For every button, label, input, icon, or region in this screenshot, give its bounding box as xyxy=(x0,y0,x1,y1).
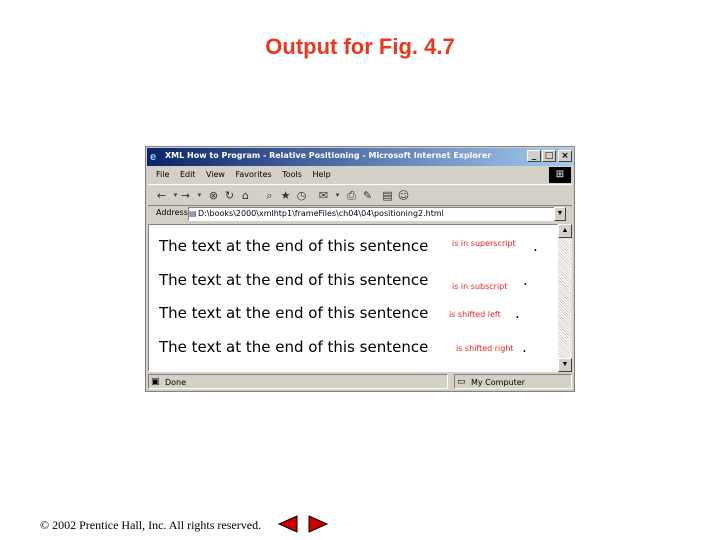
address-dropdown-button[interactable]: ▼ xyxy=(554,207,566,221)
discuss-icon[interactable]: ▤ xyxy=(380,188,395,203)
title-bar: e XML How to Program - Relative Position… xyxy=(147,148,573,166)
toolbar: ← ▾ → ▾ ⊗ ↻ ⌂ ⌕ ★ ◷ ✉ ▾ ⎙ ✎ ▤ ☺ xyxy=(148,184,572,206)
window-title: XML How to Program - Relative Positionin… xyxy=(165,151,492,160)
address-input[interactable]: ▤D:\books\2000\xmlhtp1\frameFiles\ch04\0… xyxy=(188,207,556,221)
stop-icon[interactable]: ⊗ xyxy=(206,188,221,203)
previous-slide-icon[interactable] xyxy=(276,514,300,534)
status-zone-text: My Computer xyxy=(471,378,525,387)
menu-help[interactable]: Help xyxy=(312,167,330,183)
text-line-shifted-left: The text at the end of this sentence xyxy=(159,304,429,322)
status-left-pane: ▣ Done xyxy=(148,374,448,389)
slide-title: Output for Fig. 4.7 xyxy=(265,34,455,59)
shifted-right-text: is shifted right xyxy=(456,344,514,353)
shifted-left-text: is shifted left xyxy=(449,310,501,319)
forward-arrow-icon[interactable]: → xyxy=(178,188,193,203)
menu-edit[interactable]: Edit xyxy=(180,167,196,183)
scroll-up-icon[interactable]: ▲ xyxy=(558,224,572,238)
messenger-icon[interactable]: ☺ xyxy=(396,188,411,203)
subscript-text: is in subscript xyxy=(452,282,508,291)
status-zone-pane: ▭ My Computer xyxy=(454,374,572,389)
menu-tools[interactable]: Tools xyxy=(282,167,302,183)
next-slide-icon[interactable] xyxy=(306,514,330,534)
line-1-period: . xyxy=(533,237,538,255)
status-text: Done xyxy=(165,378,187,387)
menu-favorites[interactable]: Favorites xyxy=(236,167,272,183)
superscript-text: is in superscript xyxy=(452,239,516,248)
history-icon[interactable]: ◷ xyxy=(294,188,309,203)
browser-window: e XML How to Program - Relative Position… xyxy=(145,146,575,392)
minimize-button[interactable]: _ xyxy=(527,150,541,162)
print-icon[interactable]: ⎙ xyxy=(344,188,359,203)
page-icon: ▤ xyxy=(189,209,197,218)
mail-dropdown-icon[interactable]: ▾ xyxy=(330,188,345,203)
refresh-icon[interactable]: ↻ xyxy=(222,188,237,203)
internet-explorer-icon: e xyxy=(150,151,157,163)
home-icon[interactable]: ⌂ xyxy=(238,188,253,203)
vertical-scrollbar[interactable]: ▲ ▼ xyxy=(558,224,572,372)
scroll-down-icon[interactable]: ▼ xyxy=(558,358,572,372)
text-line-superscript: The text at the end of this sentence xyxy=(159,237,429,255)
menu-file[interactable]: File xyxy=(156,167,169,183)
address-bar: Address ▤D:\books\2000\xmlhtp1\frameFile… xyxy=(148,206,572,222)
line-3-period: . xyxy=(515,304,520,322)
address-label: Address xyxy=(156,208,188,217)
page-content: The text at the end of this sentence is … xyxy=(148,224,558,372)
windows-logo-icon: ⊞ xyxy=(549,167,571,183)
favorites-icon[interactable]: ★ xyxy=(278,188,293,203)
text-line-shifted-right: The text at the end of this sentence xyxy=(159,338,429,356)
search-icon[interactable]: ⌕ xyxy=(262,188,277,203)
back-arrow-icon[interactable]: ← xyxy=(154,188,169,203)
maximize-button[interactable]: □ xyxy=(542,150,556,162)
menu-view[interactable]: View xyxy=(206,167,225,183)
edit-icon[interactable]: ✎ xyxy=(360,188,375,203)
my-computer-icon: ▭ xyxy=(457,377,466,387)
line-4-period: . xyxy=(522,338,527,356)
close-button[interactable]: × xyxy=(558,150,572,162)
menu-bar: File Edit View Favorites Tools Help xyxy=(148,167,572,183)
address-value: D:\books\2000\xmlhtp1\frameFiles\ch04\04… xyxy=(198,209,444,218)
text-line-subscript: The text at the end of this sentence xyxy=(159,271,429,289)
status-bar: ▣ Done ▭ My Computer xyxy=(148,374,572,390)
copyright-footer: © 2002 Prentice Hall, Inc. All rights re… xyxy=(40,518,262,532)
mail-icon[interactable]: ✉ xyxy=(316,188,331,203)
line-2-period: . xyxy=(523,271,528,289)
page-done-icon: ▣ xyxy=(151,377,160,387)
forward-dropdown-icon[interactable]: ▾ xyxy=(192,188,207,203)
